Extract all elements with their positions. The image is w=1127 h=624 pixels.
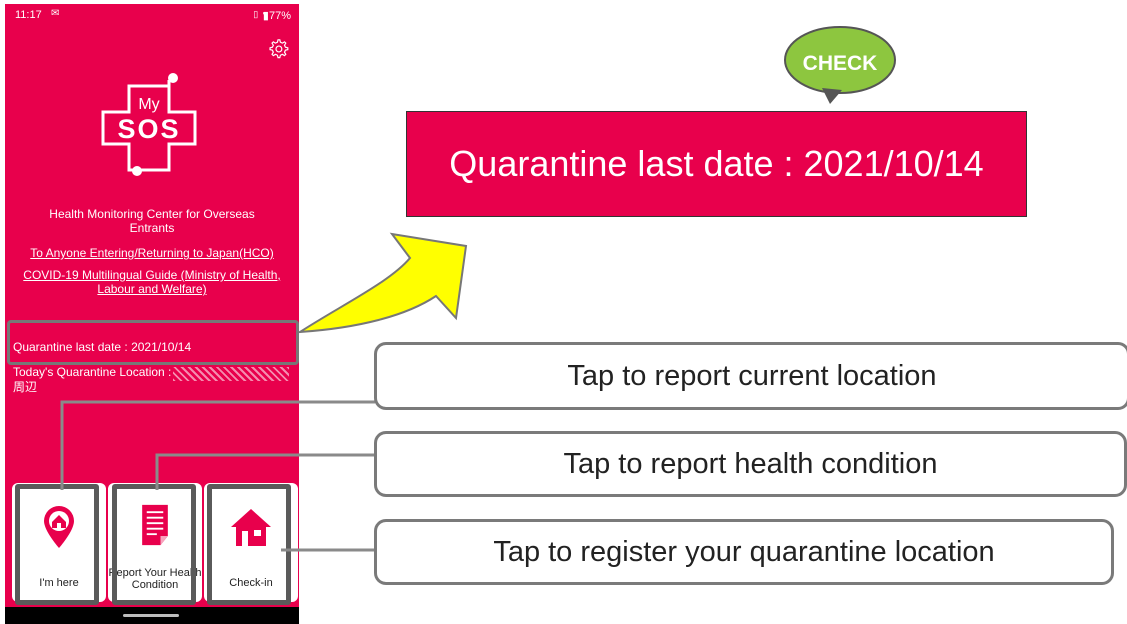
center-title: Health Monitoring Center for Overseas En…	[49, 207, 255, 235]
logo-my-text: My	[138, 96, 159, 113]
callout-report-location: Tap to report current location	[374, 342, 1127, 410]
check-badge-tail	[822, 88, 842, 104]
logo-sos-text: SOS	[117, 114, 180, 144]
mysos-logo: My SOS	[101, 73, 197, 176]
check-badge	[784, 26, 896, 94]
covid-guide-link[interactable]: COVID-19 Multilingual Guide (Ministry of…	[21, 268, 283, 296]
yellow-arrow	[296, 232, 468, 334]
navigation-bar	[5, 607, 299, 624]
callout-report-health: Tap to report health condition	[374, 431, 1127, 497]
hco-link[interactable]: To Anyone Entering/Returning to Japan(HC…	[5, 246, 299, 260]
redacted-address	[173, 367, 289, 381]
battery-level: ▮77%	[262, 10, 291, 22]
check-badge-text: CHECK	[803, 52, 878, 75]
im-here-highlight	[15, 484, 99, 605]
status-bar: 11:17 ✉ ▯ ♥ ▮77%	[5, 4, 299, 26]
status-time: 11:17	[15, 9, 42, 21]
callout-register-location: Tap to register your quarantine location	[374, 519, 1114, 585]
gear-icon[interactable]	[267, 38, 289, 60]
check-in-highlight	[207, 484, 291, 605]
home-handle[interactable]	[123, 614, 179, 617]
mail-icon: ✉	[51, 8, 60, 19]
report-health-highlight	[112, 484, 196, 605]
quarantine-date-highlight	[7, 320, 299, 365]
quarantine-location-suffix: 周辺	[13, 380, 38, 394]
quarantine-date-banner: Quarantine last date : 2021/10/14	[406, 111, 1027, 217]
